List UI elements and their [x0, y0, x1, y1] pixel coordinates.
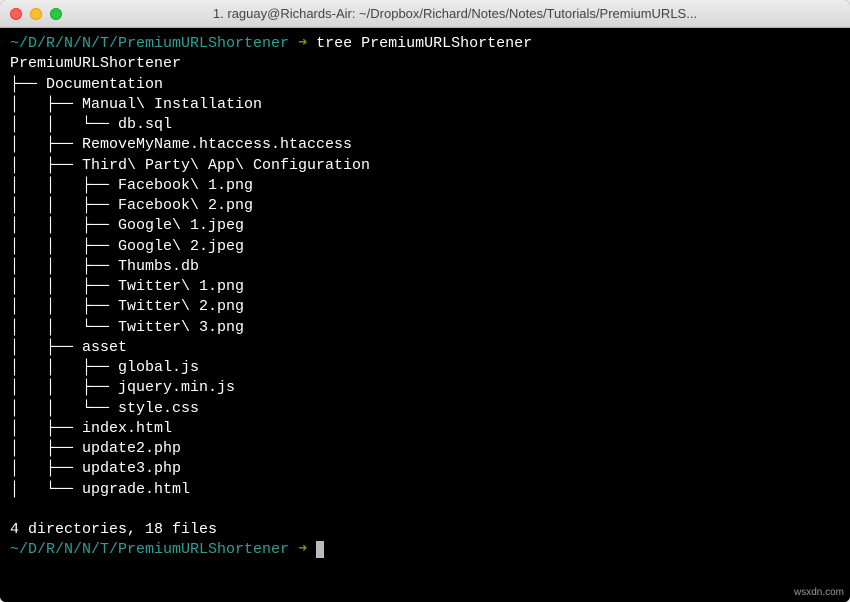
tree-line: │ │ └── Twitter\ 3.png: [10, 319, 244, 336]
tree-line: │ ├── asset: [10, 339, 127, 356]
prompt-arrow-icon: ➜: [298, 541, 307, 558]
command-text: tree PremiumURLShortener: [316, 35, 532, 52]
tree-line: │ ├── RemoveMyName.htaccess.htaccess: [10, 136, 352, 153]
window-title: 1. raguay@Richards-Air: ~/Dropbox/Richar…: [70, 6, 840, 21]
minimize-icon[interactable]: [30, 8, 42, 20]
tree-line: │ │ └── db.sql: [10, 116, 172, 133]
tree-line: │ │ ├── Facebook\ 2.png: [10, 197, 253, 214]
tree-line: │ │ ├── Google\ 1.jpeg: [10, 217, 244, 234]
prompt-arrow-icon: ➜: [298, 35, 307, 52]
tree-line: │ ├── Third\ Party\ App\ Configuration: [10, 157, 370, 174]
tree-line: │ │ ├── global.js: [10, 359, 199, 376]
tree-line: │ │ ├── Thumbs.db: [10, 258, 199, 275]
zoom-icon[interactable]: [50, 8, 62, 20]
tree-line: ├── Documentation: [10, 76, 163, 93]
terminal-window: 1. raguay@Richards-Air: ~/Dropbox/Richar…: [0, 0, 850, 602]
cursor-icon: [316, 541, 324, 558]
close-icon[interactable]: [10, 8, 22, 20]
tree-line: │ │ ├── Twitter\ 1.png: [10, 278, 244, 295]
window-titlebar: 1. raguay@Richards-Air: ~/Dropbox/Richar…: [0, 0, 850, 28]
tree-line: │ │ └── style.css: [10, 400, 199, 417]
window-controls: [10, 8, 62, 20]
tree-line: │ │ ├── jquery.min.js: [10, 379, 235, 396]
tree-line: │ │ ├── Facebook\ 1.png: [10, 177, 253, 194]
tree-summary: 4 directories, 18 files: [10, 521, 217, 538]
prompt-path: ~/D/R/N/N/T/PremiumURLShortener: [10, 541, 289, 558]
tree-line: │ │ ├── Google\ 2.jpeg: [10, 238, 244, 255]
prompt-path: ~/D/R/N/N/T/PremiumURLShortener: [10, 35, 289, 52]
tree-line: │ └── upgrade.html: [10, 481, 190, 498]
tree-line: │ ├── update3.php: [10, 460, 181, 477]
tree-root: PremiumURLShortener: [10, 55, 181, 72]
tree-line: │ ├── update2.php: [10, 440, 181, 457]
terminal-output[interactable]: ~/D/R/N/N/T/PremiumURLShortener ➜ tree P…: [0, 28, 850, 602]
tree-line: │ ├── index.html: [10, 420, 172, 437]
tree-line: │ ├── Manual\ Installation: [10, 96, 262, 113]
tree-line: │ │ ├── Twitter\ 2.png: [10, 298, 244, 315]
